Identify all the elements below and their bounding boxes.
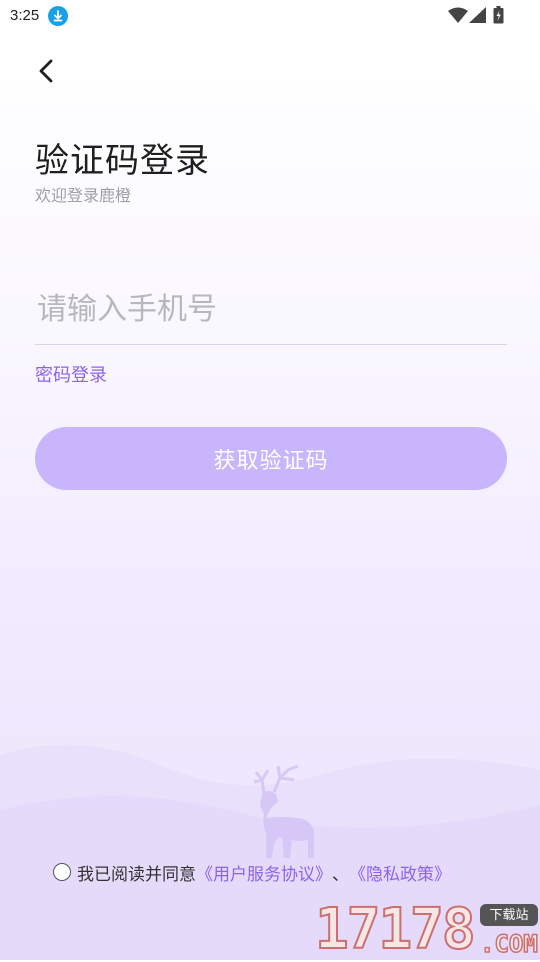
page-subtitle: 欢迎登录鹿橙 — [35, 188, 132, 205]
phone-input[interactable] — [35, 285, 509, 335]
back-arrow-icon — [39, 59, 53, 83]
watermark-logo: 17178 下载站 .COM — [314, 897, 540, 962]
agreement-prefix: 我已阅读并同意 — [77, 864, 196, 884]
signal-icon — [469, 7, 486, 23]
deer-icon — [253, 764, 314, 858]
watermark-number: 17178 — [314, 897, 477, 962]
watermark-suffix: .COM — [479, 929, 538, 959]
wifi-icon — [448, 7, 468, 23]
back-button[interactable] — [33, 55, 63, 87]
get-code-button[interactable]: 获取验证码 — [35, 427, 507, 490]
agreement-checkbox[interactable] — [53, 863, 71, 881]
terms-link[interactable]: 《用户服务协议》 — [196, 860, 332, 885]
battery-icon — [493, 6, 504, 24]
watermark-badge: 下载站 — [480, 904, 538, 926]
privacy-link[interactable]: 《隐私政策》 — [349, 860, 451, 885]
page-title: 验证码登录 — [35, 142, 210, 180]
agreement-separator: 、 — [332, 864, 349, 884]
download-icon — [48, 6, 68, 26]
status-bar: 3:25 — [0, 0, 540, 32]
password-login-link[interactable]: 密码登录 — [35, 361, 107, 387]
agreement-row: 我已阅读并同意 《用户服务协议》 、 《隐私政策》 — [53, 860, 451, 884]
status-time: 3:25 — [10, 7, 40, 24]
input-underline — [35, 344, 507, 345]
